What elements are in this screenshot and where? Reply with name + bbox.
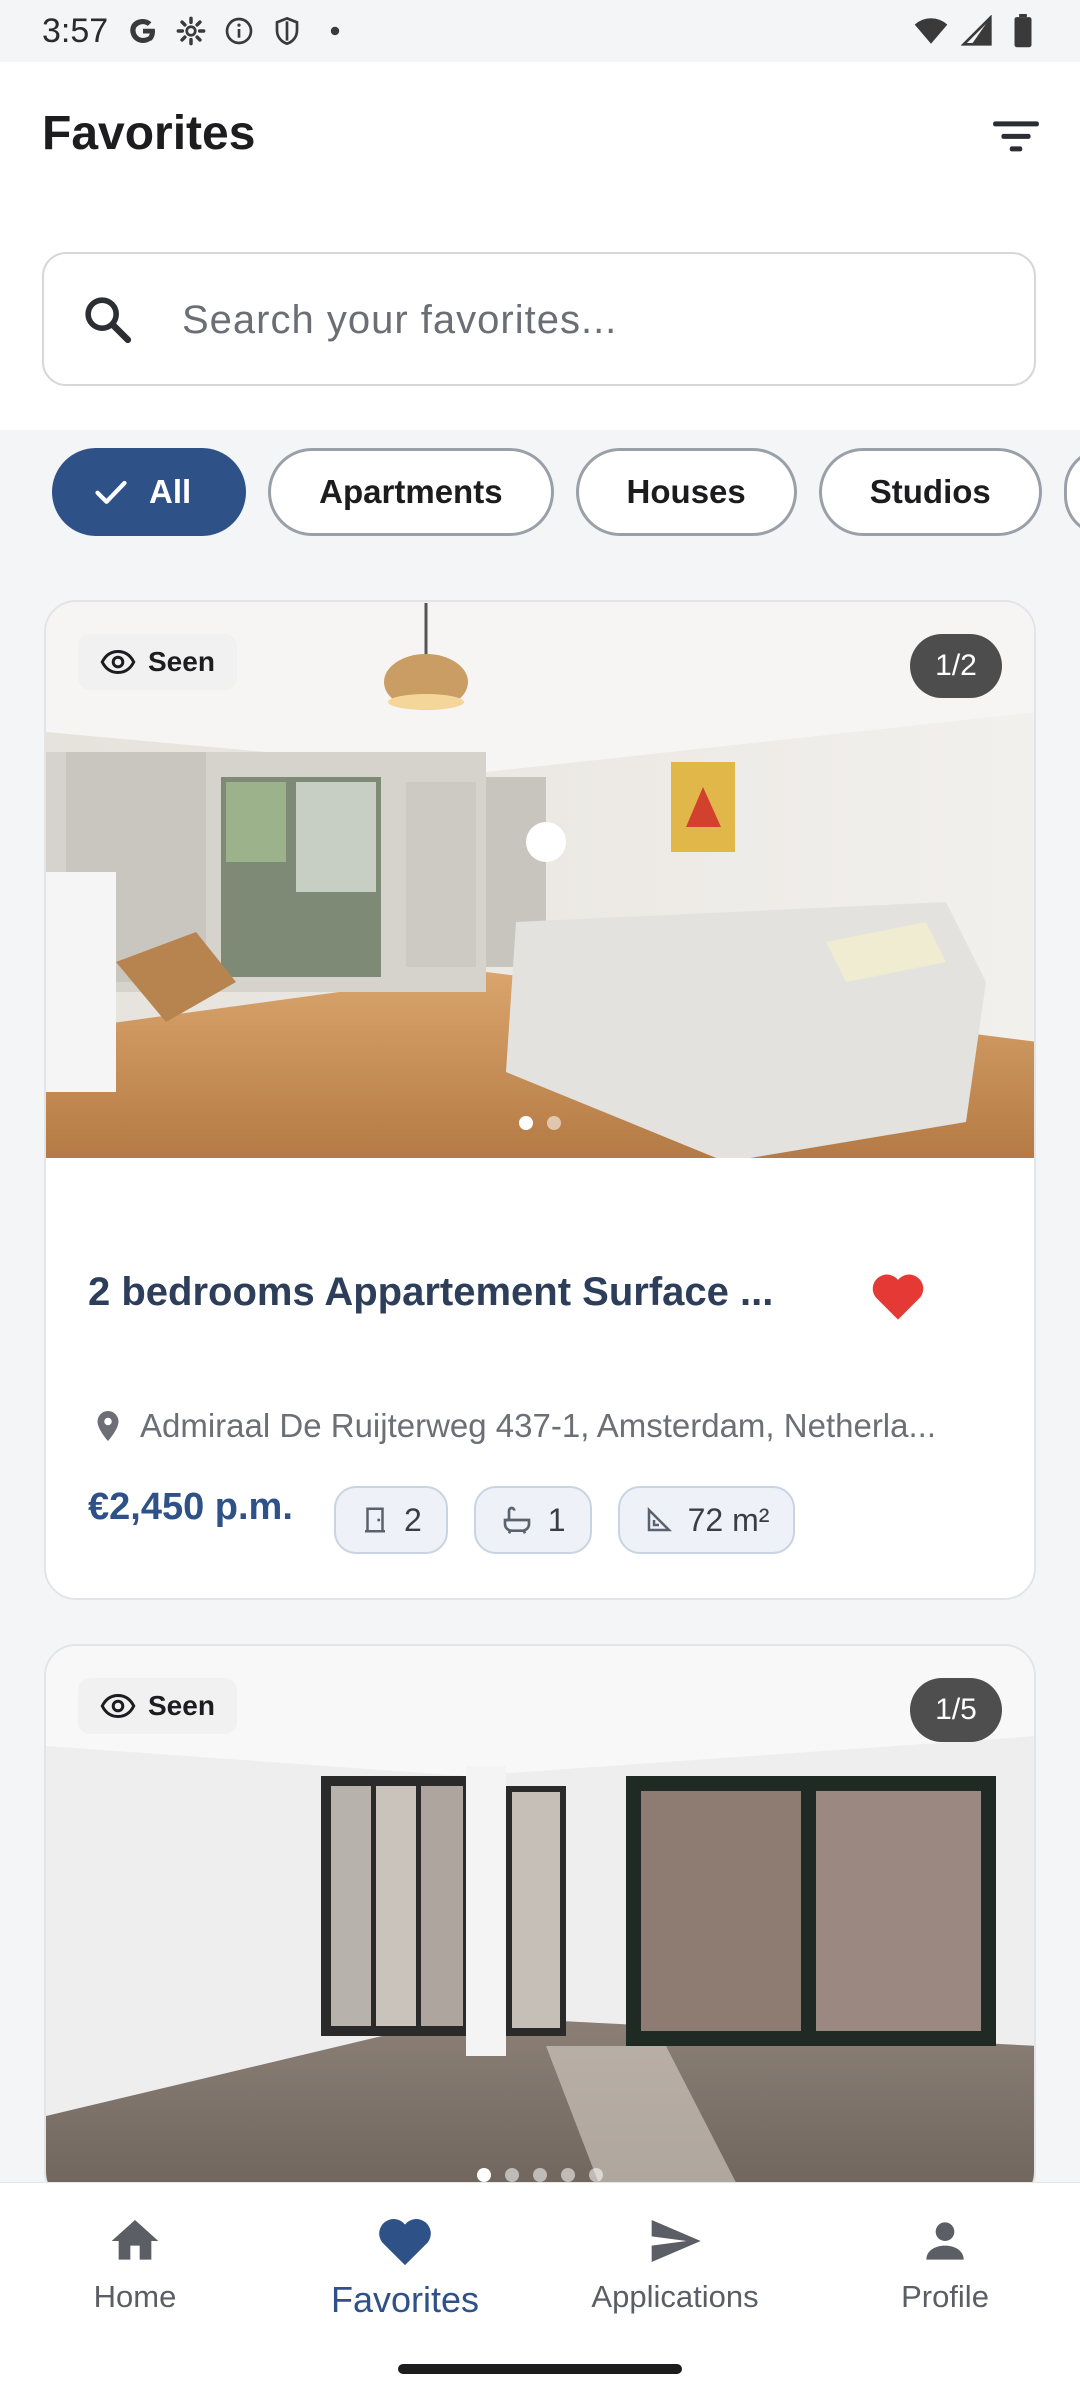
chip-apartments[interactable]: Apartments <box>268 448 554 536</box>
app-bar: Favorites <box>0 62 1080 430</box>
eye-icon <box>100 649 136 675</box>
wifi-icon <box>914 14 948 48</box>
chip-studios[interactable]: Studios <box>818 448 1042 536</box>
door-icon <box>365 1507 385 1533</box>
seen-badge: Seen <box>78 634 237 690</box>
nav-profile[interactable]: Profile <box>825 2213 1065 2315</box>
home-icon <box>111 2220 159 2260</box>
check-icon <box>93 477 129 507</box>
seen-badge: Seen <box>78 1678 237 1734</box>
filter-chips: All Apartments Houses Studios <box>52 448 1080 540</box>
settings-icon <box>174 14 208 48</box>
chip-houses[interactable]: Houses <box>575 448 797 536</box>
signal-icon <box>960 14 994 48</box>
nav-label: Home <box>93 2279 177 2314</box>
bedrooms-value: 2 <box>404 1501 422 1538</box>
nav-applications[interactable]: Applications <box>555 2213 795 2315</box>
page-title: Favorites <box>42 107 256 160</box>
seen-label: Seen <box>148 1690 215 1721</box>
battery-icon <box>1006 14 1040 48</box>
carousel-dots <box>46 2168 1034 2182</box>
status-bar: 3:57 <box>0 0 1080 62</box>
heart-icon <box>379 2219 431 2266</box>
search-input[interactable] <box>180 284 1004 356</box>
chip-more[interactable] <box>1063 448 1080 536</box>
location-pin-icon <box>97 1411 119 1441</box>
seen-label: Seen <box>148 646 215 677</box>
bathtub-icon <box>503 1506 531 1534</box>
area-value: 72 m² <box>687 1501 770 1538</box>
search-icon <box>80 292 136 348</box>
search-box[interactable] <box>42 252 1036 386</box>
heart-icon <box>872 1274 924 1320</box>
nav-home[interactable]: Home <box>15 2213 255 2315</box>
bathrooms-pill: 1 <box>473 1486 592 1554</box>
listing-details: 2 bedrooms Appartement Surface ... Admir… <box>46 1158 1034 1598</box>
feature-pills: 2 1 72 m² <box>334 1486 796 1554</box>
home-indicator[interactable] <box>398 2364 682 2374</box>
listing-address: Admiraal De Ruijterweg 437-1, Amsterdam,… <box>140 1407 936 1444</box>
carousel-dot <box>533 2168 547 2182</box>
image-counter: 1/2 <box>910 634 1002 698</box>
google-icon <box>126 14 160 48</box>
ruler-triangle-icon <box>647 1506 672 1532</box>
carousel-dot <box>561 2168 575 2182</box>
area-pill: 72 m² <box>617 1486 796 1554</box>
listing-card[interactable]: Seen 1/5 <box>44 1644 1036 2204</box>
listing-card[interactable]: Seen 1/2 2 bedrooms Appartement Surface … <box>44 600 1036 1600</box>
carousel-dot <box>589 2168 603 2182</box>
bedrooms-pill: 2 <box>334 1486 448 1554</box>
listing-image-carousel[interactable]: Seen 1/2 <box>46 602 1034 1158</box>
chip-all[interactable]: All <box>52 448 247 536</box>
person-icon <box>926 2222 964 2260</box>
eye-icon <box>100 1693 136 1719</box>
carousel-dot <box>547 1116 561 1130</box>
nav-label: Profile <box>901 2279 989 2314</box>
shield-icon <box>270 14 304 48</box>
chip-label: Apartments <box>319 473 503 510</box>
dot-icon <box>318 14 352 48</box>
address-row: Admiraal De Ruijterweg 437-1, Amsterdam,… <box>90 1406 990 1446</box>
carousel-dot <box>505 2168 519 2182</box>
bathrooms-value: 1 <box>547 1501 566 1538</box>
image-counter: 1/5 <box>910 1678 1002 1742</box>
carousel-dot <box>519 1116 533 1130</box>
chip-label: All <box>149 473 192 510</box>
listing-price: €2,450 p.m. <box>88 1486 293 1528</box>
info-icon <box>222 14 256 48</box>
chip-label: Studios <box>869 473 991 510</box>
filter-button[interactable] <box>988 108 1044 164</box>
nav-label: Favorites <box>330 2279 480 2320</box>
favorite-button[interactable] <box>866 1264 930 1328</box>
carousel-dots <box>46 1116 1034 1130</box>
listing-title: 2 bedrooms Appartement Surface ... <box>88 1270 774 1314</box>
nav-favorites[interactable]: Favorites <box>285 2213 525 2321</box>
carousel-dot <box>477 2168 491 2182</box>
filter-list-icon <box>993 121 1039 152</box>
listing-image-carousel[interactable]: Seen 1/5 <box>46 1646 1034 2202</box>
send-icon <box>651 2220 701 2262</box>
nav-label: Applications <box>591 2279 759 2314</box>
chip-label: Houses <box>626 473 746 510</box>
status-time: 3:57 <box>42 12 109 50</box>
